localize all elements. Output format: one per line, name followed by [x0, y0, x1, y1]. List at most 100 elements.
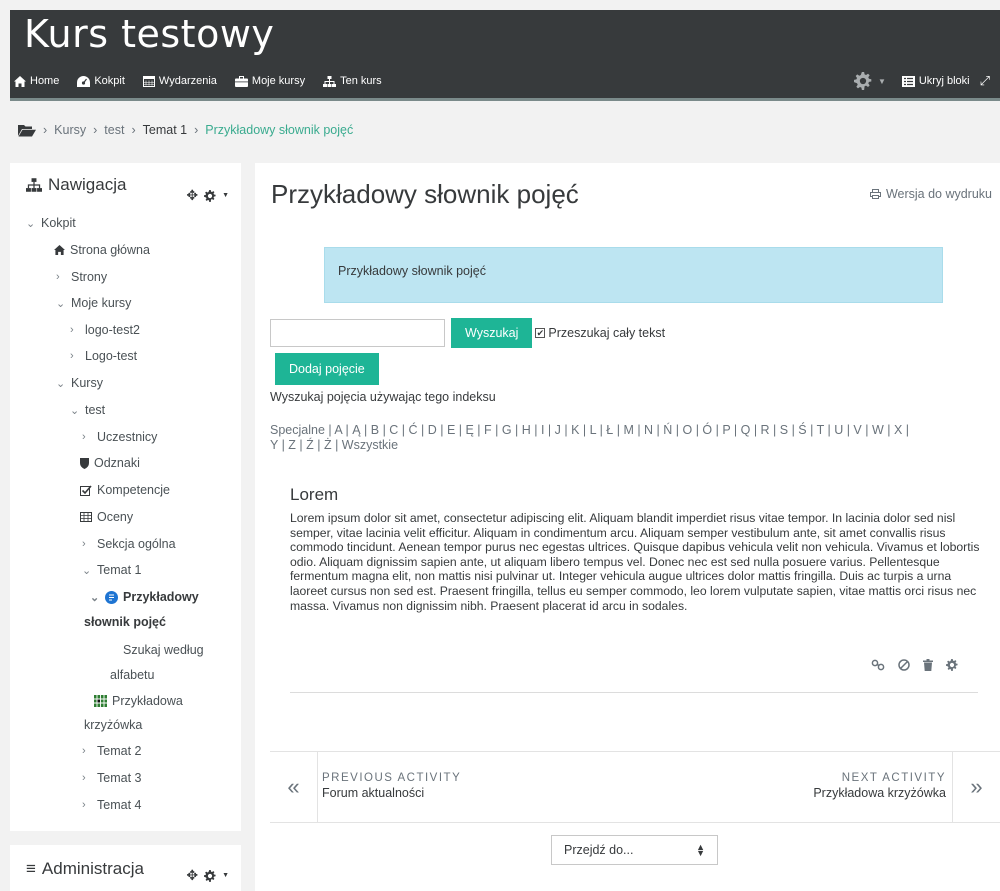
- alphabet-line-1[interactable]: Specjalne | A | Ą | B | C | Ć | D | E | …: [270, 423, 1000, 438]
- nav-my-courses[interactable]: Moje kursy: [234, 75, 306, 87]
- checkbox-icon: [80, 484, 92, 496]
- breadcrumb-test[interactable]: test: [104, 123, 124, 137]
- fullscreen-icon[interactable]: ⤢: [980, 73, 990, 89]
- previous-activity-link[interactable]: PREVIOUS ACTIVITY Forum aktualności: [322, 772, 461, 800]
- tree-moje-kursy[interactable]: ⌄ Moje kursy: [56, 296, 131, 310]
- index-label: Wyszukaj pojęcia używając tego indeksu: [270, 390, 496, 404]
- tree-logo-test[interactable]: › Logo-test: [70, 349, 137, 363]
- tree-kompetencje[interactable]: Kompetencje: [80, 483, 170, 497]
- crossword-icon: [94, 695, 107, 707]
- dashboard-icon: [77, 75, 91, 87]
- chevron-down-icon[interactable]: ▼: [222, 872, 229, 879]
- chevron-right-icon: ›: [82, 431, 86, 443]
- link-icon[interactable]: [871, 659, 885, 671]
- breadcrumb: › Kursy › test › Temat 1 › Przykładowy s…: [18, 123, 353, 137]
- tree-szukaj-cont[interactable]: alfabetu: [110, 668, 154, 682]
- chevron-down-icon: ⌄: [26, 217, 36, 230]
- folder-open-icon[interactable]: [18, 124, 36, 137]
- hide-blocks-button[interactable]: Ukryj bloki: [901, 75, 970, 87]
- chevron-right-icon: ›: [82, 772, 86, 784]
- chevron-down-icon: ⌄: [82, 564, 92, 577]
- navigation-title: Nawigacja: [48, 175, 127, 194]
- search-input[interactable]: [270, 319, 445, 347]
- chevron-down-icon: ⌄: [56, 297, 66, 310]
- previous-activity-name: Forum aktualności: [322, 786, 425, 800]
- breadcrumb-current[interactable]: Przykładowy słownik pojęć: [205, 123, 353, 137]
- tree-strona-glowna[interactable]: Strona główna: [54, 243, 150, 257]
- nav-events[interactable]: Wydarzenia: [142, 75, 217, 87]
- chevron-right-icon: ›: [70, 350, 74, 362]
- trash-icon[interactable]: [923, 659, 933, 671]
- entry-divider: [290, 692, 978, 693]
- jump-to-value: Przejdź do...: [564, 843, 634, 857]
- admin-title: Administracja: [41, 859, 144, 878]
- nav-dashboard[interactable]: Kokpit: [77, 75, 125, 87]
- chevron-right-icon: ›: [82, 538, 86, 550]
- move-icon[interactable]: ✥: [186, 867, 198, 884]
- sitemap-icon: [323, 75, 337, 87]
- breadcrumb-temat: Temat 1: [142, 123, 188, 137]
- tree-test[interactable]: ⌄ test: [70, 403, 105, 417]
- tree-kokpit[interactable]: ⌄ Kokpit: [26, 216, 76, 230]
- jump-to-select[interactable]: Przejdź do... ▲ ▼: [551, 835, 718, 865]
- breadcrumb-kursy[interactable]: Kursy: [54, 123, 86, 137]
- tree-kursy[interactable]: ⌄ Kursy: [56, 376, 103, 390]
- print-label: Wersja do wydruku: [885, 187, 992, 201]
- print-version-link[interactable]: Wersja do wydruku: [869, 187, 992, 201]
- alphabet-index[interactable]: Specjalne | A | Ą | B | C | Ć | D | E | …: [270, 423, 1000, 453]
- tree-odznaki[interactable]: Odznaki: [80, 456, 140, 470]
- activity-navigation: « PREVIOUS ACTIVITY Forum aktualności NE…: [270, 751, 1000, 823]
- tree-temat-4[interactable]: › Temat 4: [82, 798, 141, 812]
- nav-this-course[interactable]: Ten kurs: [323, 75, 382, 87]
- tree-krzyzowka-cont[interactable]: krzyżówka: [84, 718, 142, 732]
- tree-oceny[interactable]: Oceny: [80, 510, 133, 524]
- header-controls: ▼ Ukryj bloki ⤢: [853, 70, 990, 92]
- fulltext-label: Przeszukaj cały tekst: [548, 326, 666, 340]
- bars-icon: ≡: [26, 859, 36, 878]
- nav-my-courses-label: Moje kursy: [251, 75, 306, 87]
- settings-menu[interactable]: ▼: [853, 72, 886, 90]
- chevron-down-icon: ▼: [877, 76, 886, 86]
- fulltext-checkbox-label[interactable]: ✔ Przeszukaj cały tekst: [535, 326, 665, 340]
- admin-block-controls: ✥ ▼: [186, 867, 229, 884]
- tree-temat-3[interactable]: › Temat 3: [82, 771, 141, 785]
- tree-krzyzowka[interactable]: Przykładowa: [94, 694, 183, 708]
- alphabet-line-2[interactable]: Y | Z | Ź | Ż | Wszystkie: [270, 438, 1000, 453]
- tree-slownik-cont[interactable]: słownik pojęć: [84, 615, 166, 629]
- tree-uczestnicy[interactable]: › Uczestnicy: [82, 430, 157, 444]
- ban-icon[interactable]: [898, 659, 910, 671]
- nav-home-label: Home: [30, 75, 60, 87]
- tree-logo-test2[interactable]: › logo-test2: [70, 323, 140, 337]
- top-navigation: Home Kokpit Wydarzenia Moje kursy Ten ku…: [10, 70, 1000, 92]
- add-entry-button[interactable]: Dodaj pojęcie: [275, 353, 379, 385]
- fulltext-checkbox[interactable]: ✔: [535, 328, 546, 338]
- tree-strony[interactable]: › Strony: [56, 270, 107, 284]
- tree-slownik[interactable]: ⌄ Przykładowy: [90, 590, 199, 604]
- chevron-right-icon: ›: [70, 324, 74, 336]
- intro-box: Przykładowy słownik pojęć: [324, 247, 943, 303]
- next-activity-arrow[interactable]: »: [952, 752, 1000, 822]
- chevron-down-icon[interactable]: ▼: [222, 192, 229, 199]
- gear-icon[interactable]: [204, 189, 216, 202]
- nav-events-label: Wydarzenia: [158, 75, 217, 87]
- tree-szukaj[interactable]: Szukaj według: [123, 643, 204, 657]
- list-icon: [901, 75, 915, 87]
- entry-title: Lorem: [290, 485, 339, 504]
- glossary-entry: Lorem Lorem ipsum dolor sit amet, consec…: [290, 485, 980, 613]
- chevron-down-icon: ⌄: [70, 404, 80, 417]
- gear-icon[interactable]: [204, 869, 216, 882]
- briefcase-icon: [234, 75, 248, 87]
- search-button[interactable]: Wyszukaj: [451, 318, 533, 348]
- tree-sekcja-ogolna[interactable]: › Sekcja ogólna: [82, 537, 176, 551]
- chevron-down-icon: ⌄: [90, 591, 100, 604]
- nav-home[interactable]: Home: [14, 75, 59, 87]
- chevron-right-icon: ›: [82, 799, 86, 811]
- site-title: Kurs testowy: [24, 12, 275, 56]
- move-icon[interactable]: ✥: [186, 187, 198, 204]
- previous-activity-arrow[interactable]: «: [270, 752, 318, 822]
- next-activity-link[interactable]: NEXT ACTIVITY Przykładowa krzyżówka: [813, 772, 946, 800]
- tree-temat-2[interactable]: › Temat 2: [82, 744, 141, 758]
- gear-icon[interactable]: [946, 659, 958, 671]
- entry-text: Lorem ipsum dolor sit amet, consectetur …: [290, 511, 980, 613]
- tree-temat-1[interactable]: ⌄ Temat 1: [82, 563, 141, 577]
